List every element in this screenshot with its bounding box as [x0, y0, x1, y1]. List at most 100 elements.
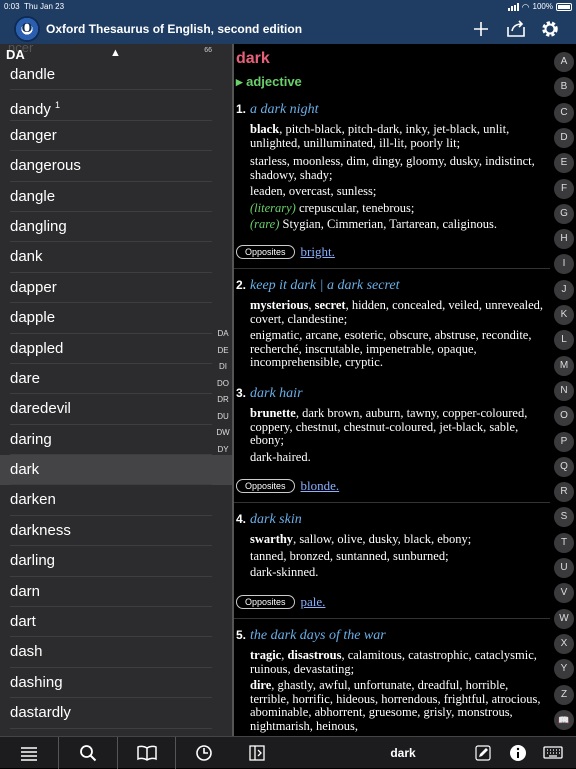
word-list-item[interactable]: dandle: [0, 60, 232, 91]
prefix-index-item[interactable]: DW: [214, 425, 232, 442]
add-icon[interactable]: [470, 18, 492, 40]
alphabet-letter-button[interactable]: F: [554, 178, 574, 199]
entry-panel: dark ▸ adjective 1. a dark night black, …: [234, 44, 550, 736]
word-list-item[interactable]: danger: [0, 121, 232, 152]
synonym-group[interactable]: (literary) crepuscular, tenebrous;: [250, 201, 548, 216]
synonym-group[interactable]: dark-haired.: [250, 450, 548, 465]
alphabet-letter-button[interactable]: L: [554, 330, 574, 351]
share-icon[interactable]: [505, 18, 527, 40]
word-list-item[interactable]: dangling: [0, 212, 232, 243]
alphabet-letter-button[interactable]: Q: [554, 456, 574, 477]
alphabet-letter-button[interactable]: S: [554, 507, 574, 528]
synonym-group[interactable]: tanned, bronzed, suntanned, sunburned;: [250, 549, 548, 564]
word-list-item[interactable]: daredevil: [0, 394, 232, 426]
word-list-item[interactable]: daring: [0, 425, 232, 456]
sense-1: 1. a dark night black, pitch-black, pitc…: [236, 100, 548, 232]
alphabet-letter-button[interactable]: Y: [554, 659, 574, 680]
list-menu-icon[interactable]: [0, 737, 58, 769]
opposite-link[interactable]: blonde.: [301, 478, 340, 494]
wifi-icon: ◠: [521, 2, 530, 12]
word-list-item[interactable]: darken: [0, 485, 232, 517]
book-icon[interactable]: 📖: [554, 709, 574, 730]
alphabet-letter-button[interactable]: X: [554, 633, 574, 654]
prefix-index-item[interactable]: DU: [214, 409, 232, 426]
alphabet-letter-button[interactable]: T: [554, 532, 574, 553]
sense-divider: [234, 268, 550, 269]
alphabet-letter-button[interactable]: P: [554, 431, 574, 452]
opposite-link[interactable]: pale.: [301, 594, 326, 610]
synonym-group[interactable]: dark-skinned.: [250, 565, 548, 580]
synonym-group[interactable]: dire, ghastly, awful, unfortunate, dread…: [250, 678, 548, 733]
scroll-up-triangle-icon[interactable]: ▲: [110, 47, 121, 59]
prefix-index-item[interactable]: DO: [214, 376, 232, 393]
synonym-group[interactable]: mysterious, secret, hidden, concealed, v…: [250, 298, 548, 326]
alphabet-letter-button[interactable]: I: [554, 254, 574, 275]
app-logo: O: [14, 16, 40, 42]
prefix-index-item[interactable]: DE: [214, 343, 232, 360]
keyboard-icon[interactable]: [540, 737, 566, 769]
word-list: dandle dandy 1 danger dangerous dangle dangli…: [0, 60, 232, 729]
sidebar-toggle-icon[interactable]: [244, 737, 270, 769]
alphabet-letter-button[interactable]: Z: [554, 684, 574, 705]
homograph-number: 1: [55, 100, 61, 111]
word-list-item[interactable]: dapple: [0, 303, 232, 334]
alphabet-letter-button[interactable]: H: [554, 229, 574, 250]
word-list-item[interactable]: dapper: [0, 273, 232, 304]
prefix-index-item[interactable]: DI: [214, 359, 232, 376]
word-list-item[interactable]: darn: [0, 577, 232, 608]
alphabet-letter-button[interactable]: K: [554, 305, 574, 325]
opposites-button[interactable]: Opposites: [236, 479, 295, 493]
opposites-button[interactable]: Opposites: [236, 595, 295, 609]
word-list-item[interactable]: dappled: [0, 334, 232, 365]
word-list-item[interactable]: dandy 1: [0, 90, 232, 122]
alphabet-index: A B C D E F G H I J K L M N O P Q R S T U V W X Y Z 📖: [550, 44, 576, 736]
word-list-item[interactable]: darling: [0, 546, 232, 578]
opposites-button[interactable]: Opposites: [236, 245, 295, 259]
alphabet-letter-button[interactable]: U: [554, 558, 574, 578]
alphabet-letter-button[interactable]: V: [554, 583, 574, 604]
synonym-group[interactable]: brunette, dark brown, auburn, tawny, cop…: [250, 406, 548, 448]
alphabet-letter-button[interactable]: D: [554, 127, 574, 148]
alphabet-letter-button[interactable]: M: [554, 355, 574, 376]
alphabet-letter-button[interactable]: O: [554, 406, 574, 427]
word-list-item[interactable]: dashing: [0, 668, 232, 699]
result-count: 66: [204, 47, 212, 54]
alphabet-letter-button[interactable]: G: [554, 203, 574, 224]
alphabet-letter-button[interactable]: B: [554, 77, 574, 98]
synonym-group[interactable]: leaden, overcast, sunless;: [250, 184, 548, 199]
prefix-index-item[interactable]: DY: [214, 442, 232, 459]
word-list-item[interactable]: dangerous: [0, 151, 232, 182]
synonym-group[interactable]: swarthy, sallow, olive, dusky, black, eb…: [250, 532, 548, 547]
alphabet-letter-button[interactable]: N: [554, 380, 574, 401]
synonym-group[interactable]: (rare) Stygian, Cimmerian, Tartarean, ca…: [250, 217, 548, 232]
prefix-index-item[interactable]: DA: [214, 326, 232, 343]
synonym-group[interactable]: starless, moonless, dim, dingy, gloomy, …: [250, 154, 548, 182]
word-list-item[interactable]: darkness: [0, 516, 232, 547]
settings-gear-icon[interactable]: [539, 18, 561, 40]
prefix-index-item[interactable]: DR: [214, 392, 232, 409]
word-list-item[interactable]: dangle: [0, 182, 232, 213]
history-clock-icon[interactable]: [176, 737, 232, 769]
word-list-item[interactable]: dart: [0, 607, 232, 638]
word-list-item[interactable]: dark: [0, 455, 232, 486]
alphabet-letter-button[interactable]: J: [554, 279, 574, 300]
part-of-speech[interactable]: ▸ adjective: [236, 74, 302, 90]
alphabet-letter-button[interactable]: W: [554, 608, 574, 629]
synonym-group[interactable]: tragic, disastrous, calamitous, catastro…: [250, 648, 548, 676]
search-icon[interactable]: [59, 737, 117, 769]
alphabet-letter-button[interactable]: A: [554, 52, 574, 72]
info-icon[interactable]: [505, 737, 531, 769]
synonym-group[interactable]: enigmatic, arcane, esoteric, obscure, ab…: [250, 328, 548, 370]
alphabet-letter-button[interactable]: E: [554, 153, 574, 174]
alphabet-letter-button[interactable]: C: [554, 102, 574, 123]
edit-pencil-icon[interactable]: [470, 737, 496, 769]
alphabet-letter-button[interactable]: R: [554, 482, 574, 503]
word-list-item[interactable]: dastardly: [0, 698, 232, 729]
synonym-group[interactable]: black, pitch-black, pitch-dark, inky, je…: [250, 122, 548, 150]
word-list-item[interactable]: dank: [0, 242, 232, 274]
word-list-item[interactable]: dash: [0, 637, 232, 669]
book-icon[interactable]: [118, 737, 175, 769]
word-list-item[interactable]: dare: [0, 364, 232, 395]
title-bar: O Oxford Thesaurus of English, second ed…: [0, 14, 576, 44]
opposite-link[interactable]: bright.: [301, 244, 335, 260]
